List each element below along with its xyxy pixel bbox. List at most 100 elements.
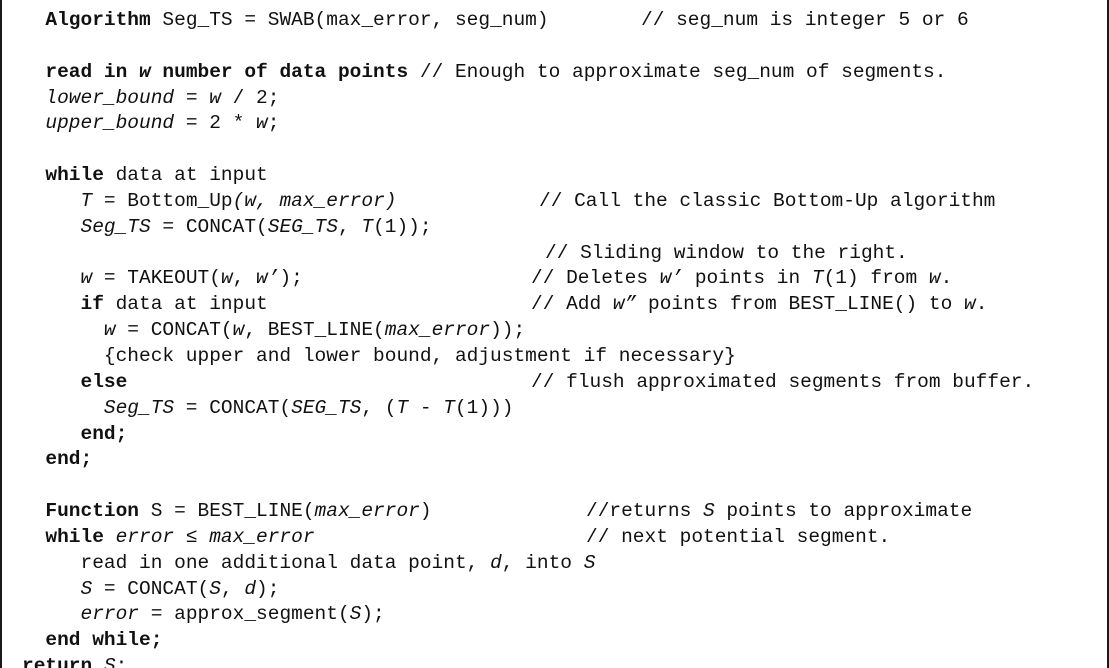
code-line: else // flush approximated segments from … — [2, 370, 1107, 396]
code-line-body: end; — [2, 422, 128, 445]
code-token: , — [337, 215, 362, 238]
code-token: Seg_TS — [103, 396, 175, 419]
code-comment-token: points from BEST_LINE() to — [636, 293, 964, 316]
code-line: {check upper and lower bound, adjustment… — [2, 344, 1107, 370]
code-token: d — [490, 551, 502, 574]
code-token: data at input — [103, 293, 268, 316]
code-token: S — [80, 577, 93, 600]
code-line-body: end; — [2, 448, 92, 470]
code-token: (1)); — [373, 215, 432, 238]
code-token: - — [408, 396, 444, 419]
code-token: read in one additional data point, — [80, 551, 491, 574]
code-token: end; — [45, 448, 93, 471]
code-token: )); — [490, 319, 526, 342]
code-token: , — [232, 267, 257, 290]
code-line-body: lower_bound = w / 2; — [2, 87, 279, 109]
code-token: w — [80, 267, 93, 290]
code-comment-token: points to approximate — [714, 500, 973, 523]
code-line-body: {check upper and lower bound, adjustment… — [2, 345, 736, 367]
code-token: Seg_TS = SWAB(max_error, seg_num) — [150, 9, 549, 31]
code-token: w — [103, 319, 116, 342]
code-line-body: read in one additional data point, d, in… — [2, 551, 596, 574]
code-comment-token: points in — [683, 267, 812, 290]
pseudocode-page: Algorithm Seg_TS = SWAB(max_error, seg_n… — [0, 0, 1109, 668]
code-comment: // seg_num is integer 5 or 6 — [641, 8, 969, 34]
code-line-body — [2, 242, 22, 264]
code-line-body — [2, 35, 22, 57]
code-line-body: S = CONCAT(S, d); — [2, 577, 280, 600]
code-line: lower_bound = w / 2; — [2, 86, 1107, 112]
code-line: T = Bottom_Up(w, max_error) // Call the c… — [2, 189, 1107, 215]
code-line: return S; — [2, 654, 1107, 668]
pseudocode-listing: Algorithm Seg_TS = SWAB(max_error, seg_n… — [2, 0, 1107, 668]
code-token: SEG_TS — [267, 215, 338, 238]
code-comment-token: w — [928, 267, 941, 290]
code-line-body: Seg_TS = CONCAT(SEG_TS, (T - T(1))) — [2, 397, 514, 419]
code-token: w — [220, 267, 233, 290]
code-line: error = approx_segment(S); — [2, 602, 1107, 628]
code-line-body: while data at input — [2, 164, 268, 187]
code-token: / 2; — [220, 86, 280, 109]
code-comment-token: (1) from — [823, 267, 929, 290]
code-token: T — [80, 189, 93, 212]
code-token: ); — [279, 267, 303, 290]
code-token: ); — [361, 603, 385, 626]
code-line: end; — [2, 422, 1107, 448]
code-token: T — [361, 215, 374, 238]
code-token: (w, max_error) — [232, 189, 397, 212]
code-token: , into — [501, 551, 584, 574]
code-token: max_error — [314, 500, 420, 523]
code-token: = CONCAT( — [115, 319, 233, 342]
code-token: = CONCAT( — [174, 396, 292, 419]
code-comment-token: . — [940, 267, 953, 290]
code-token: = Bottom_Up — [92, 189, 233, 212]
code-line: Algorithm Seg_TS = SWAB(max_error, seg_n… — [2, 8, 1107, 34]
code-token: while — [45, 164, 104, 187]
code-comment-token: //returns — [586, 500, 704, 523]
code-token: , — [220, 577, 245, 600]
code-line: Seg_TS = CONCAT(SEG_TS, T(1)); — [2, 215, 1107, 241]
code-line — [2, 137, 1107, 163]
code-token: S — [583, 551, 596, 574]
code-line-body: Seg_TS = CONCAT(SEG_TS, T(1)); — [2, 216, 432, 238]
code-token: ); — [256, 577, 280, 600]
code-token: while — [45, 525, 104, 548]
code-comment-token: S — [703, 500, 715, 523]
code-token: Seg_TS — [80, 215, 151, 238]
code-token: data at input — [103, 164, 268, 187]
code-token: = TAKEOUT( — [92, 267, 221, 290]
code-line-body: return S; — [2, 655, 127, 668]
code-token: if — [80, 293, 104, 316]
code-line-body: T = Bottom_Up(w, max_error) — [2, 189, 397, 212]
code-comment: // Deletes w’ points in T(1) from w. — [531, 266, 952, 292]
code-comment-token: // next potential segment. — [586, 525, 891, 548]
code-token: , ( — [361, 396, 397, 419]
code-token: T — [443, 396, 455, 419]
code-comment-token: // flush approximated segments from buff… — [531, 370, 1035, 393]
code-token: w’ — [256, 267, 280, 290]
code-token: error — [80, 603, 140, 626]
code-line: w = CONCAT(w, BEST_LINE(max_error)); — [2, 318, 1107, 344]
code-comment-token: // Add — [531, 293, 613, 316]
code-line-body: while error ≤ max_error — [2, 525, 315, 548]
code-comment-token: w’ — [659, 267, 684, 290]
code-token: (1))) — [454, 396, 514, 419]
code-comment: // flush approximated segments from buff… — [531, 370, 1034, 396]
code-line: S = CONCAT(S, d); — [2, 577, 1107, 603]
code-comment: // Add w” points from BEST_LINE() to w. — [531, 292, 987, 318]
code-comment-token: T — [811, 267, 824, 290]
code-token: number of data points — [150, 60, 409, 83]
code-line: if data at input // Add w” points from BE… — [2, 292, 1107, 318]
code-comment-token: // seg_num is integer 5 or 6 — [641, 9, 969, 31]
code-comment: // Sliding window to the right. — [545, 241, 908, 267]
code-token: end; — [80, 422, 128, 445]
code-token: lower_bound — [45, 86, 175, 109]
code-line-body — [2, 474, 22, 496]
code-comment-token: w — [963, 293, 976, 316]
code-token: error ≤ max_error — [115, 525, 315, 548]
code-token: d — [244, 577, 257, 600]
code-line-body: upper_bound = 2 * w; — [2, 112, 279, 134]
code-token: else — [80, 370, 128, 393]
